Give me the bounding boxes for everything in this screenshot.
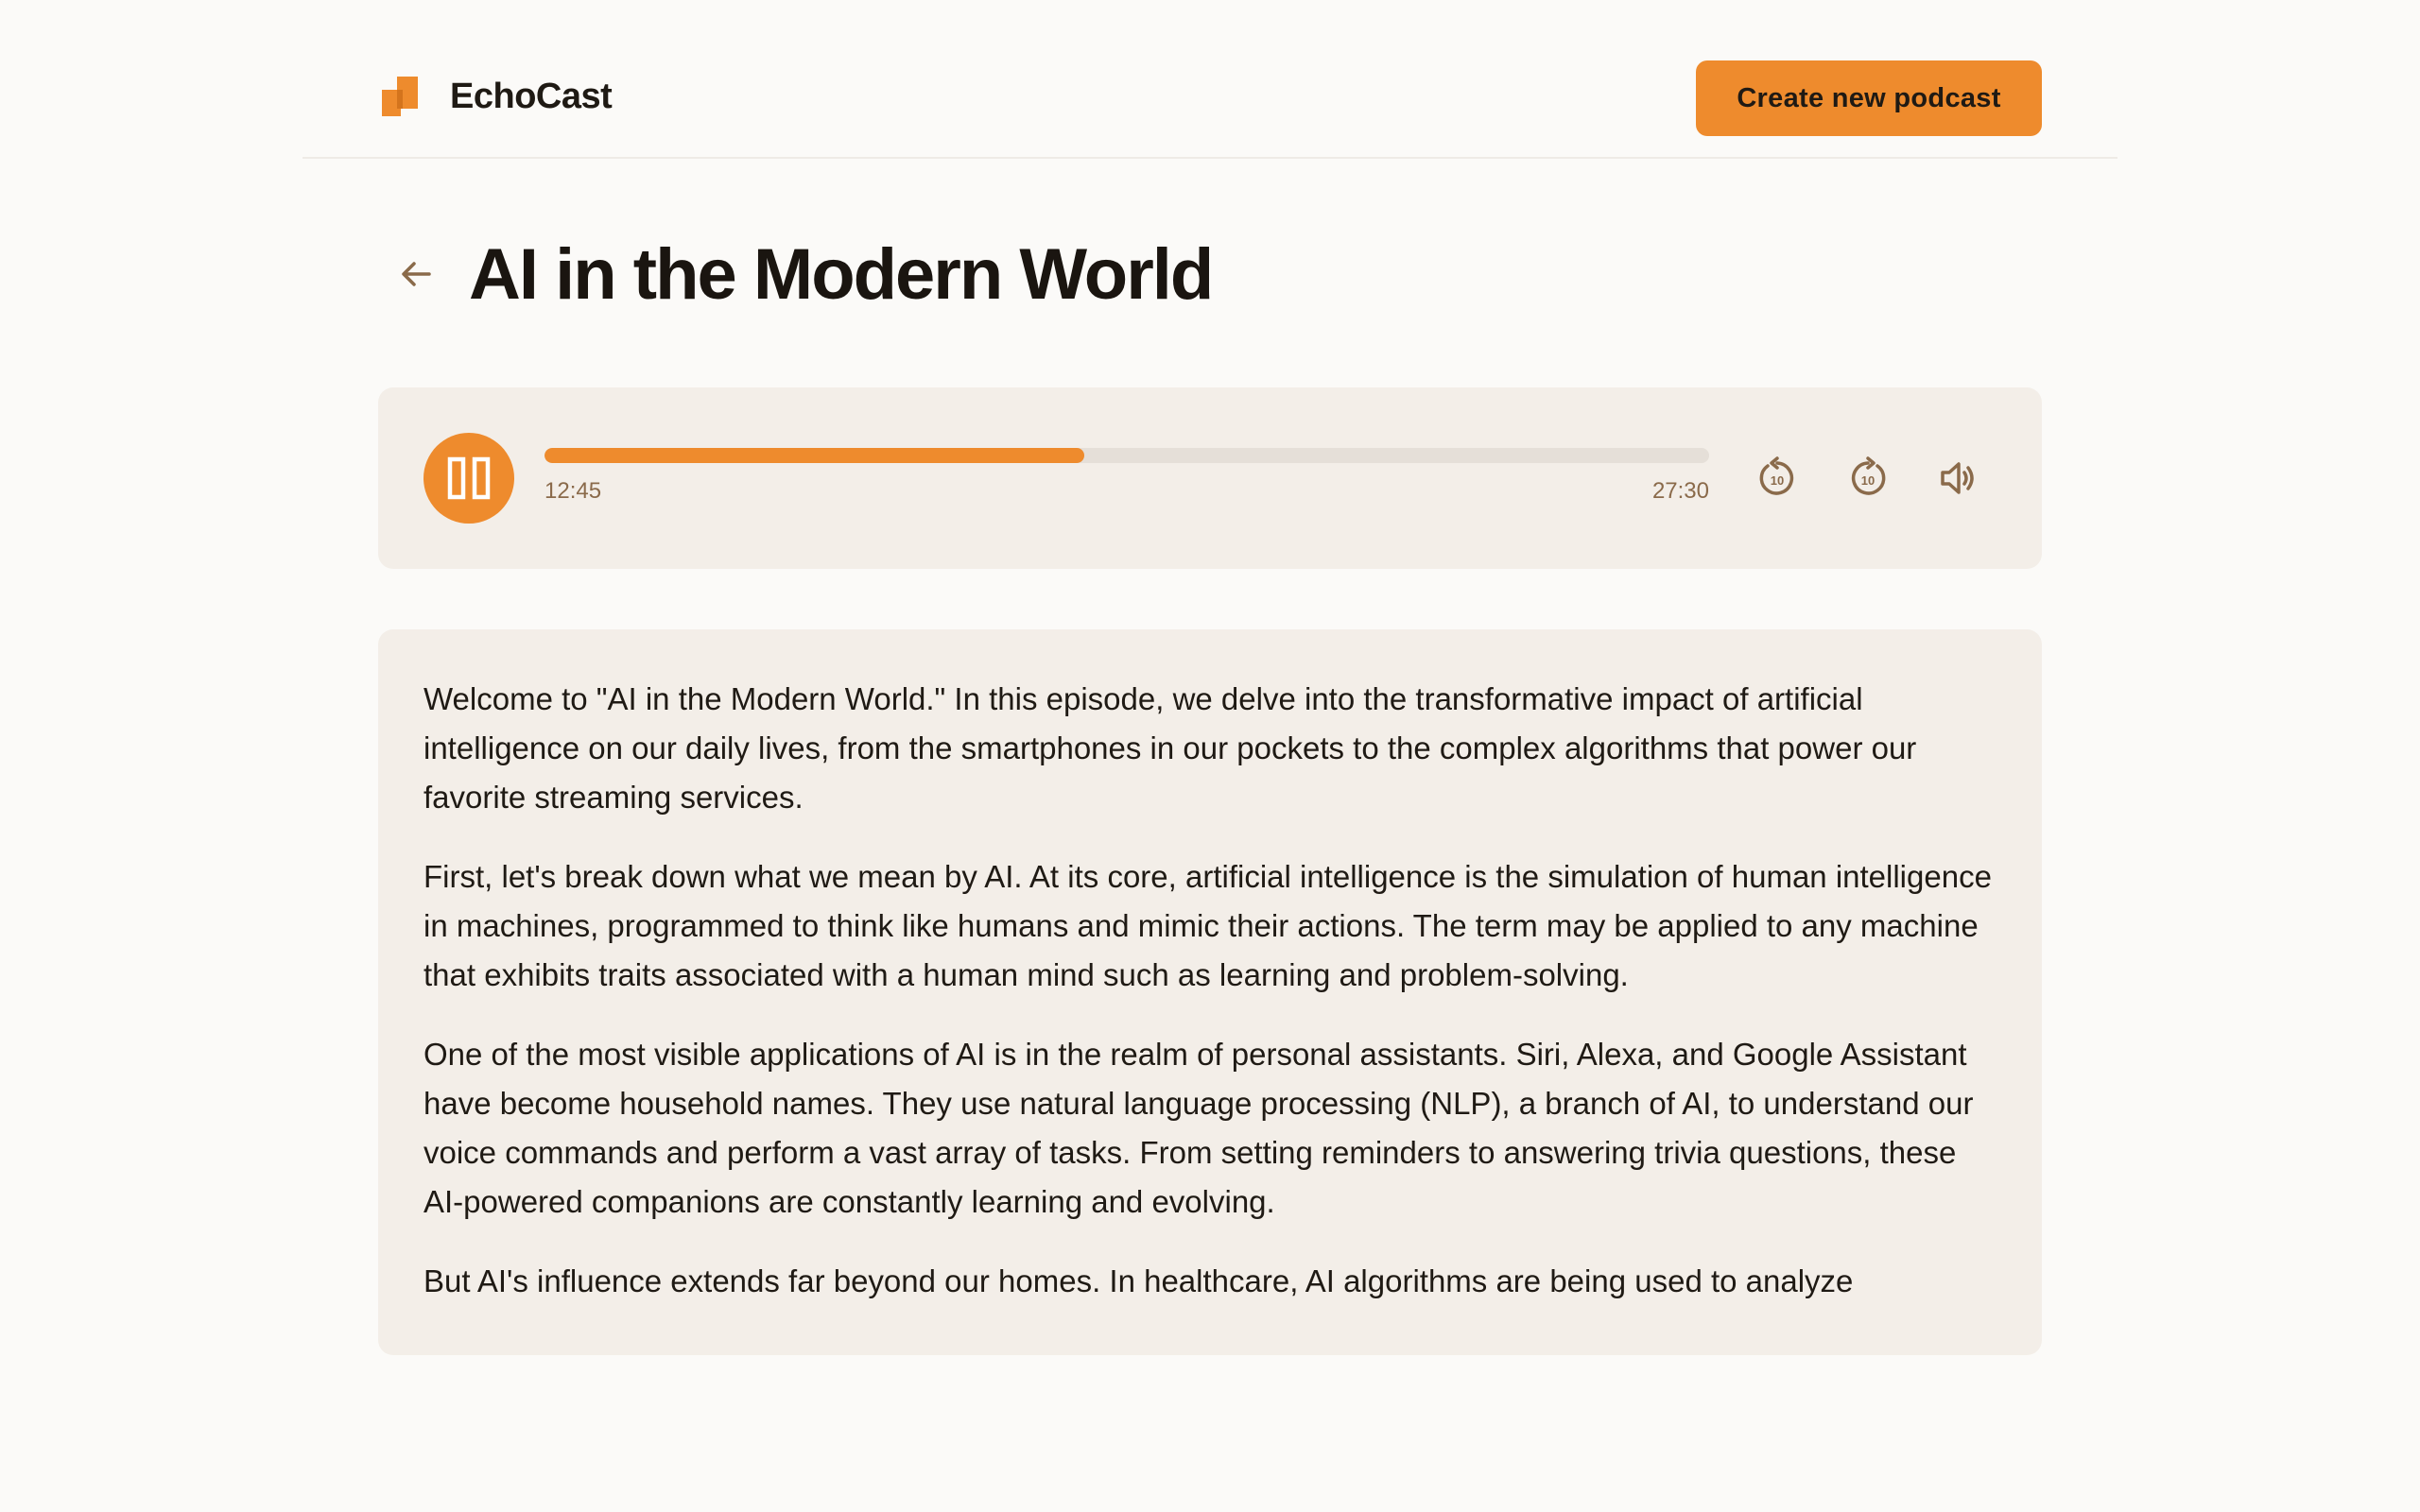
transcript-paragraph: First, let's break down what we mean by …	[424, 859, 1992, 992]
progress-fill	[544, 448, 1085, 463]
volume-button[interactable]	[1930, 450, 1987, 507]
app-root: EchoCast Create new podcast AI in the Mo…	[0, 0, 2420, 1512]
transcript-panel[interactable]: Welcome to "AI in the Modern World." In …	[378, 629, 2042, 1355]
transcript-paragraph: One of the most visible applications of …	[424, 1037, 1974, 1219]
page-title: AI in the Modern World	[469, 233, 1214, 315]
brand[interactable]: EchoCast	[382, 76, 613, 117]
svg-text:10: 10	[1861, 473, 1875, 488]
volume-icon	[1941, 462, 1974, 494]
play-pause-button[interactable]	[424, 433, 514, 524]
create-new-podcast-button[interactable]: Create new podcast	[1696, 60, 2042, 136]
total-time: 27:30	[1651, 478, 1709, 504]
forward-10-button[interactable]: 10	[1840, 450, 1896, 507]
pause-icon	[447, 456, 491, 500]
transcript-paragraph: But AI's influence extends far beyond ou…	[424, 1263, 1854, 1298]
back-button[interactable]	[378, 236, 454, 312]
rewind-10-button[interactable]: 10	[1749, 450, 1806, 507]
transcript-paragraph: Welcome to "AI in the Modern World." In …	[424, 681, 1917, 815]
current-time: 12:45	[544, 478, 602, 504]
arrow-left-icon	[402, 262, 431, 286]
rewind-10-icon: 10	[1759, 456, 1794, 495]
brand-name: EchoCast	[450, 76, 613, 116]
audio-player: 12:45 27:30 10 10	[378, 387, 2042, 569]
echocast-logo-icon	[382, 77, 418, 116]
top-header: EchoCast Create new podcast	[302, 0, 2118, 159]
title-row: AI in the Modern World	[378, 227, 1214, 321]
svg-text:10: 10	[1771, 473, 1784, 488]
progress-bar[interactable]	[544, 448, 1709, 463]
forward-10-icon: 10	[1851, 456, 1886, 495]
